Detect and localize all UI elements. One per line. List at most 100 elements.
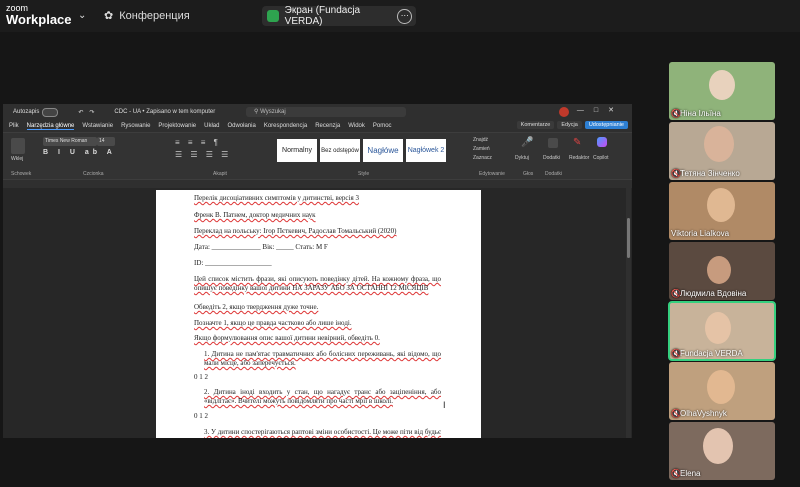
chevron-down-icon[interactable]: ⌄ (78, 10, 86, 21)
undo-icon[interactable]: ↶ (78, 109, 83, 116)
participant-video (703, 428, 733, 464)
tab-home[interactable]: Narzędzia główne (26, 123, 75, 130)
doc-score-2: 0 1 2 (194, 412, 208, 420)
participant-tile[interactable]: 🔇 Людмила Вдовіна (669, 242, 775, 300)
editing-group: Znajdź Zamień Zaznacz (473, 136, 492, 163)
tab-draw[interactable]: Rysowanie (121, 123, 150, 129)
editor-icon[interactable]: ✎ (573, 137, 581, 148)
doc-score-1: 0 1 2 (194, 373, 208, 381)
group-voice-label: Głos (523, 171, 534, 177)
paste-icon[interactable] (11, 138, 25, 154)
zoom-workplace-logo[interactable]: zoom Workplace (6, 3, 72, 27)
scrollbar-thumb[interactable] (627, 218, 630, 258)
participant-tile[interactable]: 🔇 OlhaVyshnyk (669, 362, 775, 420)
word-search-box[interactable]: ⚲ Wyszukaj (246, 107, 406, 117)
tab-view[interactable]: Widok (348, 123, 365, 129)
participant-name: Тетяна Зінченко (680, 169, 740, 178)
window-controls[interactable]: —□✕ (577, 106, 624, 114)
group-addins-label: Dodatki (545, 171, 562, 177)
participant-video (705, 312, 731, 344)
doc-line-two: Обведіть 2, якщо твердження дуже точне. (194, 303, 319, 311)
addins-icon[interactable] (548, 138, 558, 148)
word-titlebar: Autozapis ↶ ↷ CDC - UA • Zapisano w tem … (3, 104, 632, 120)
muted-mic-icon: 🔇 (671, 348, 681, 358)
account-avatar[interactable] (559, 107, 569, 117)
participant-name: Ніна Ільїна (680, 109, 721, 118)
conference-menu[interactable]: ✿ Конференция (104, 9, 190, 23)
group-paragraph-label: Akapit (213, 171, 227, 177)
participant-name: Fundacja VERDA (680, 349, 743, 358)
addins-label: Dodatki (543, 155, 560, 161)
doc-item-2: 2. Дитина іноді входить у стан, що нагад… (204, 388, 441, 405)
tab-help[interactable]: Pomoc (373, 123, 392, 129)
paw-icon: ✿ (104, 10, 114, 22)
muted-mic-icon: 🔇 (671, 288, 681, 298)
microphone-icon[interactable]: 🎤 (521, 137, 533, 148)
select-button[interactable]: Zaznacz (473, 154, 492, 163)
ribbon-right-buttons: Komentarze Edycja Udostępnianie (516, 121, 628, 129)
align-buttons[interactable]: ☰ ☰ ☰ ☰ (175, 150, 231, 159)
font-size-select[interactable]: 14 (97, 137, 115, 146)
doc-line-id: ID: ___________________ (194, 259, 272, 267)
share-screen-icon (267, 10, 279, 22)
list-buttons[interactable]: ≡ ≡ ≡ ¶ (175, 138, 221, 147)
tab-file[interactable]: Plik (9, 123, 19, 129)
tab-review[interactable]: Recenzja (315, 123, 340, 129)
ribbon-home: Wklej Schowek Times New Roman 14 B I U a… (3, 132, 632, 180)
horizontal-ruler (3, 180, 632, 188)
editor-label: Redaktor (569, 155, 590, 161)
screen-share-indicator[interactable]: Экран (Fundacja VERDA) ⋯ (262, 5, 416, 27)
more-options-icon[interactable]: ⋯ (397, 8, 412, 24)
doc-instructions: Цей список містить фрази, які описують п… (194, 275, 441, 292)
group-font-label: Czcionka (83, 171, 104, 177)
participant-tile[interactable]: 🔇 Elena (669, 422, 775, 480)
format-buttons[interactable]: B I U ab A (43, 149, 116, 156)
tab-layout[interactable]: Układ (204, 123, 219, 129)
muted-mic-icon: 🔇 (671, 168, 681, 178)
doc-line-title: Перелік дисоціативних симптомів у дитинс… (194, 194, 359, 202)
doc-line-date: Дата: ______________ Вік: _____ Стать: М… (194, 243, 328, 251)
search-placeholder: Wyszukaj (260, 109, 286, 115)
doc-line-author: Френк В. Патнем, доктор медичних наук (194, 211, 316, 219)
participant-tile-active[interactable]: 🔇 Fundacja VERDA (668, 301, 776, 361)
group-styles-label: Style (358, 171, 370, 177)
style-heading-2[interactable]: Nagłówek 2 (406, 139, 446, 162)
style-normal[interactable]: Normalny (277, 139, 317, 162)
style-no-spacing[interactable]: Bez odstępów (320, 139, 360, 162)
paste-label: Wklej (11, 156, 24, 162)
redo-icon[interactable]: ↷ (89, 109, 94, 116)
participant-tile[interactable]: 🔇 Тетяна Зінченко (669, 122, 775, 180)
tab-mailings[interactable]: Korespondencja (264, 123, 307, 129)
muted-mic-icon: 🔇 (671, 408, 681, 418)
vertical-scrollbar[interactable] (626, 188, 631, 438)
muted-mic-icon: 🔇 (671, 108, 681, 118)
doc-item-1: 1. Дитина не пам'ятає травматичних або б… (204, 350, 441, 367)
autosave-label: Autozapis (13, 109, 40, 115)
tab-references[interactable]: Odwołania (227, 123, 255, 129)
group-clipboard-label: Schowek (11, 171, 32, 177)
share-button[interactable]: Udostępnianie (584, 121, 628, 129)
copilot-label: Copilot (593, 155, 609, 161)
document-page[interactable]: Перелік дисоціативних симптомів у дитинс… (156, 190, 481, 438)
participant-video (704, 126, 734, 162)
find-button[interactable]: Znajdź (473, 136, 492, 145)
autosave-toggle[interactable] (42, 107, 59, 117)
brand-big: Workplace (6, 12, 72, 27)
ribbon-tabs: Plik Narzędzia główne Wstawianie Rysowan… (3, 120, 632, 132)
participant-name: Elena (680, 469, 701, 478)
text-cursor-icon: I (443, 400, 446, 410)
editing-mode-button[interactable]: Edycja (557, 121, 582, 129)
copilot-icon[interactable] (597, 137, 607, 147)
participant-tile[interactable]: Viktoria Lialkova (669, 182, 775, 240)
participant-tile[interactable]: 🔇 Ніна Ільїна (669, 62, 775, 120)
participant-name: Людмила Вдовіна (680, 289, 747, 298)
font-family-select[interactable]: Times New Roman (43, 137, 97, 146)
tab-insert[interactable]: Wstawianie (82, 123, 113, 129)
participant-name: OlhaVyshnyk (680, 409, 727, 418)
replace-button[interactable]: Zamień (473, 145, 492, 154)
doc-line-one: Позначте 1, якщо це правда частково або … (194, 319, 352, 327)
tab-design[interactable]: Projektowanie (158, 123, 196, 129)
comments-button[interactable]: Komentarze (516, 121, 555, 129)
style-heading-1[interactable]: Nagłówe (363, 139, 403, 162)
document-title: CDC - UA • Zapisano w tem komputer (114, 109, 216, 115)
